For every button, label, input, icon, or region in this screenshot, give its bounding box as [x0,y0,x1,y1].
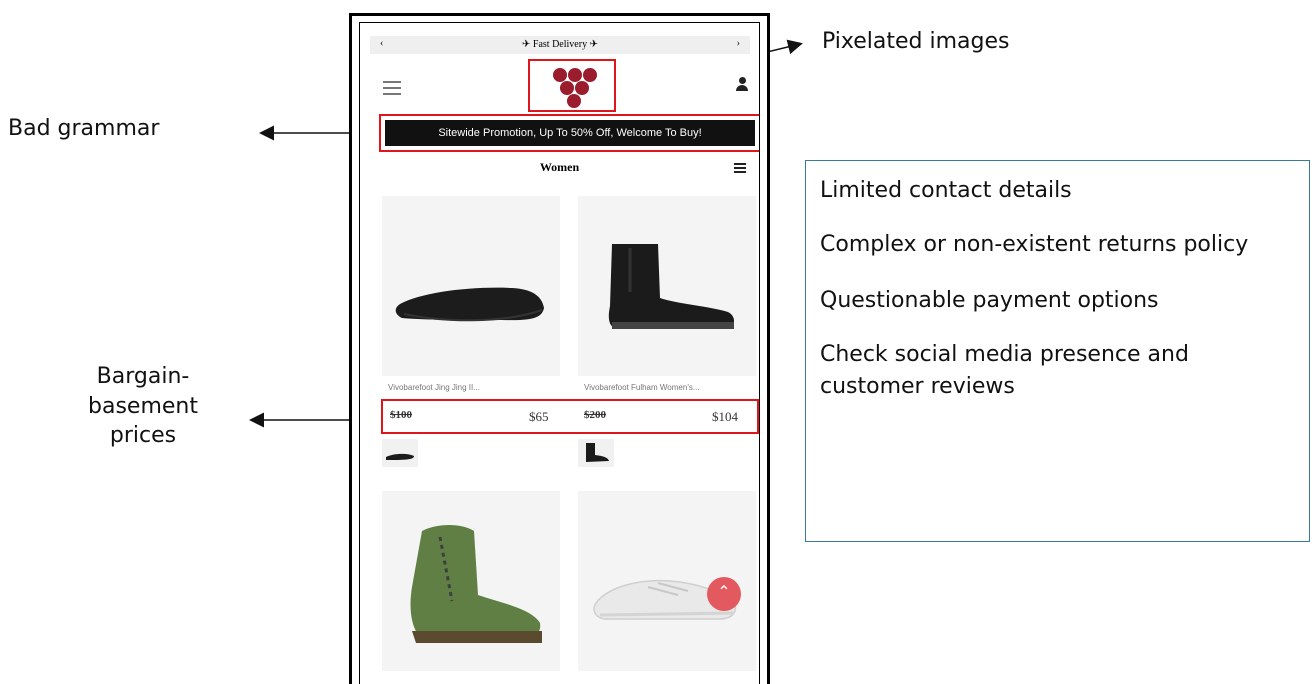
checklist-item: Check social media presence and customer… [820,341,1189,399]
back-to-top-button[interactable]: ⌃ [707,577,741,611]
variant-thumbnail[interactable] [578,439,614,467]
sale-price: $65 [529,409,549,424]
product-name[interactable]: Vivobarefoot Fulham Women's... [584,383,700,392]
sale-price: $104 [712,409,738,424]
fast-delivery-text: ✈ Fast Delivery ✈ [522,39,598,50]
announcement-bar: ‹ ✈ Fast Delivery ✈ › [370,36,750,54]
variant-thumbnail[interactable] [382,439,418,467]
pixelated-images-label: Pixelated images [822,29,1010,54]
warning-checklist: Limited contact details Complex or non-e… [805,160,1310,542]
product-image[interactable] [382,491,560,671]
checklist-item: Complex or non-existent returns policy [820,231,1249,257]
next-announcement-button[interactable]: › [737,38,740,49]
promo-highlight: Sitewide Promotion, Up To 50% Off, Welco… [379,114,759,152]
menu-icon[interactable] [383,81,401,95]
logo-highlight [528,59,616,112]
product-image[interactable] [382,196,560,376]
bad-grammar-label: Bad grammar [8,116,160,141]
product-image[interactable] [578,196,756,376]
phone-screen: ‹ ✈ Fast Delivery ✈ › Sitewide Promotion… [359,22,760,684]
original-price: $100 [390,409,412,421]
original-price: $200 [584,409,606,421]
price-highlight: $100 $65 $200 $104 [381,399,759,434]
list-view-icon[interactable] [734,163,746,173]
account-icon[interactable] [735,77,749,93]
phone-frame: ‹ ✈ Fast Delivery ✈ › Sitewide Promotion… [349,13,770,684]
product-name[interactable]: Vivobarefoot Jing Jing II... [388,383,480,392]
category-title: Women [539,160,580,174]
promo-banner: Sitewide Promotion, Up To 50% Off, Welco… [385,120,755,146]
checklist-item: Questionable payment options [820,287,1159,313]
checklist-item: Limited contact details [820,178,1072,203]
bargain-prices-label: Bargain- basement prices [88,364,198,449]
